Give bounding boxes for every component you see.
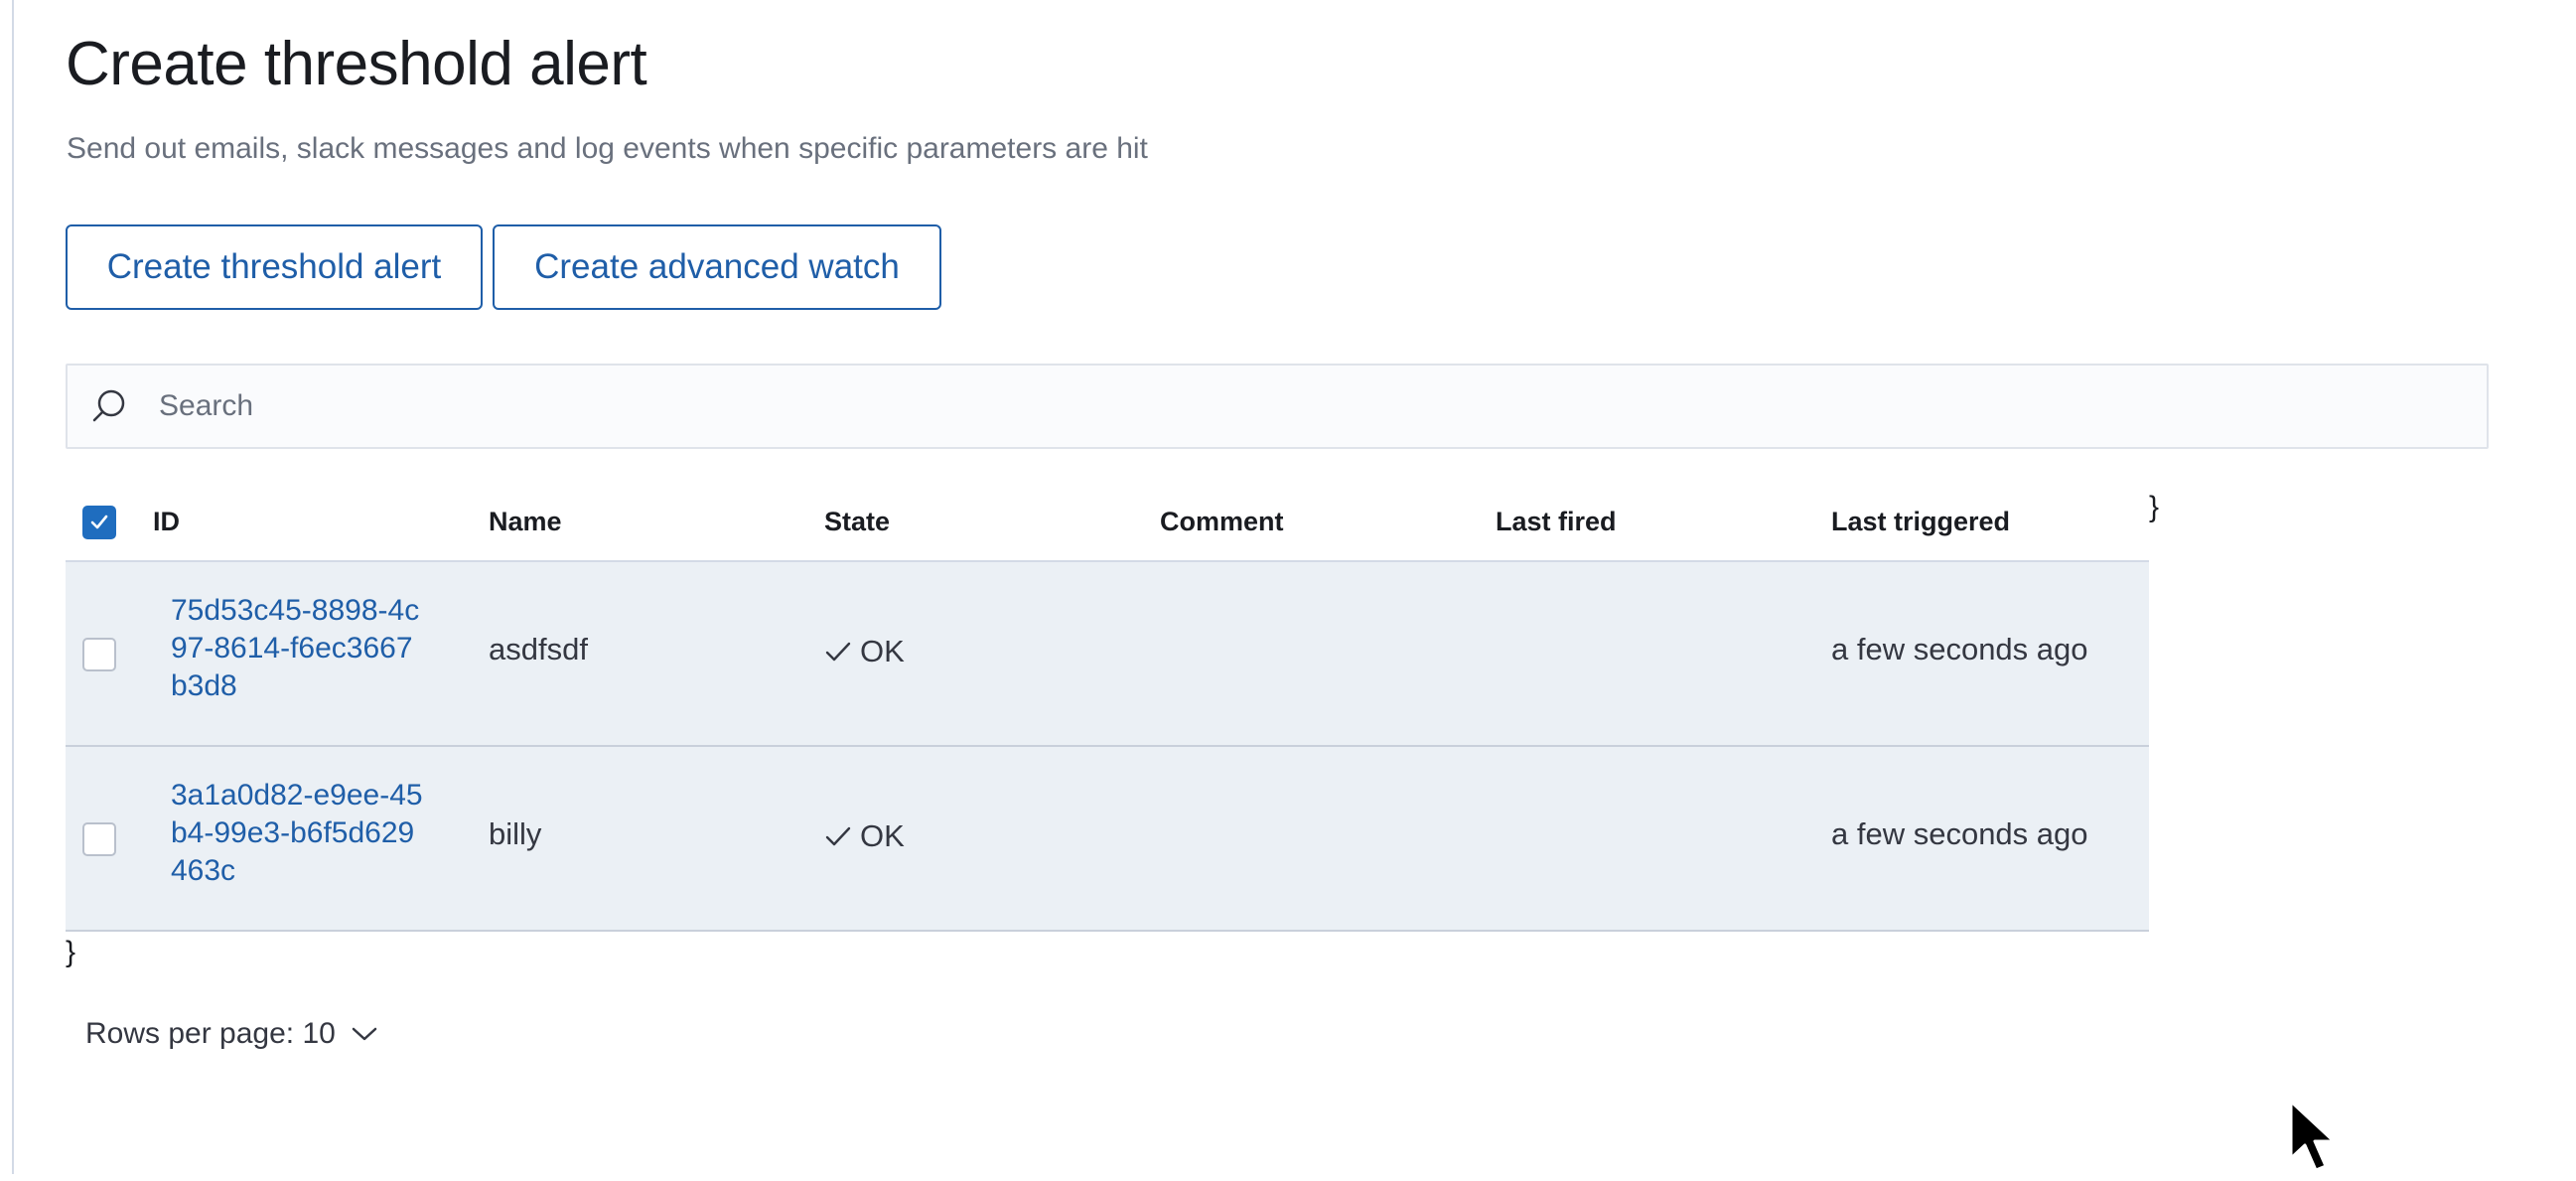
- search-icon: [91, 387, 129, 425]
- stray-brace-text: }: [2149, 491, 2160, 523]
- create-threshold-alert-button[interactable]: Create threshold alert: [66, 224, 483, 310]
- watch-state: OK: [824, 816, 905, 854]
- select-all-checkbox[interactable]: [82, 506, 116, 539]
- watch-state: OK: [824, 632, 905, 669]
- rows-per-page-button[interactable]: Rows per page: 10: [85, 1017, 379, 1052]
- mouse-pointer-icon: [2286, 1097, 2356, 1181]
- watch-name: asdfsdf: [489, 632, 588, 666]
- watch-name: billy: [489, 816, 542, 851]
- table-row: 75d53c45-8898-4c97-8614-f6ec3667b3d8 asd…: [66, 562, 2149, 747]
- state-text: OK: [860, 817, 905, 853]
- column-header-name[interactable]: Name: [489, 507, 562, 537]
- watch-last-triggered: a few seconds ago: [1831, 816, 2088, 851]
- search-bar: [66, 364, 2489, 449]
- page-title: Create threshold alert: [66, 30, 647, 98]
- checkmark-icon: [90, 515, 108, 529]
- watch-last-triggered: a few seconds ago: [1831, 632, 2088, 666]
- left-border: [12, 0, 14, 1174]
- create-advanced-watch-button[interactable]: Create advanced watch: [493, 224, 941, 310]
- check-icon: [825, 642, 851, 662]
- column-header-last-triggered[interactable]: Last triggered: [1831, 507, 2010, 537]
- check-icon: [825, 826, 851, 846]
- column-header-comment[interactable]: Comment: [1160, 507, 1284, 537]
- row-checkbox[interactable]: [82, 638, 116, 671]
- page-subtitle: Send out emails, slack messages and log …: [67, 132, 1148, 165]
- row-checkbox[interactable]: [82, 822, 116, 856]
- search-input[interactable]: [153, 366, 2457, 447]
- column-header-last-fired[interactable]: Last fired: [1496, 507, 1617, 537]
- column-header-id[interactable]: ID: [153, 507, 180, 537]
- column-header-state[interactable]: State: [824, 507, 890, 537]
- watch-id-link[interactable]: 75d53c45-8898-4c97-8614-f6ec3667b3d8: [171, 592, 429, 705]
- watches-table: ID Name State Comment Last fired Last tr…: [66, 487, 2149, 932]
- chevron-down-icon: [350, 1018, 379, 1052]
- state-text: OK: [860, 633, 905, 668]
- table-header: ID Name State Comment Last fired Last tr…: [66, 487, 2149, 562]
- stray-brace-text: }: [66, 936, 76, 968]
- watch-id-link[interactable]: 3a1a0d82-e9ee-45b4-99e3-b6f5d629463c: [171, 777, 429, 890]
- rows-per-page-label: Rows per page: 10: [85, 1017, 336, 1050]
- table-row: 3a1a0d82-e9ee-45b4-99e3-b6f5d629463c bil…: [66, 747, 2149, 932]
